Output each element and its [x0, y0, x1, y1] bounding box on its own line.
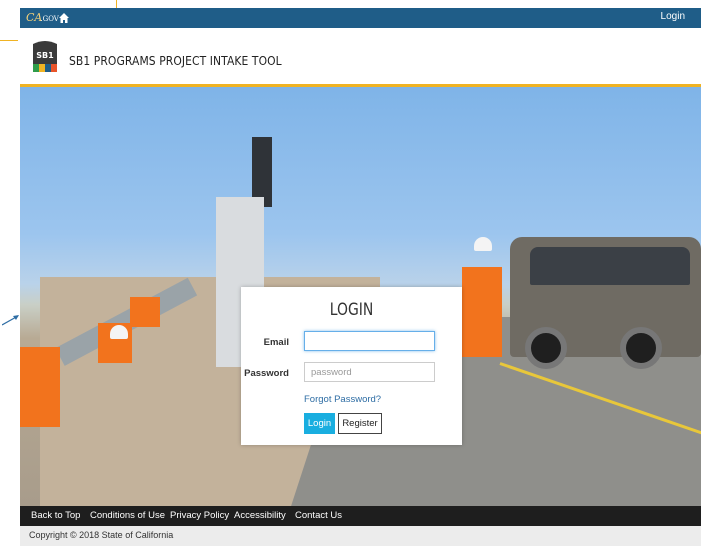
footer-link-privacy[interactable]: Privacy Policy	[170, 510, 229, 521]
password-label: Password	[244, 368, 289, 379]
footer-link-conditions[interactable]: Conditions of Use	[90, 510, 165, 521]
sb1-shield-icon[interactable]: SB1	[30, 38, 60, 74]
suv-wheel-rear	[620, 327, 662, 369]
login-card: LOGIN Email Password Forgot Password? Lo…	[241, 287, 462, 445]
page-frame: CA.GOV Login SB1 SB1 PROGRAMS PROJECT IN…	[20, 8, 701, 546]
register-button[interactable]: Register	[338, 413, 382, 434]
home-icon[interactable]	[58, 12, 70, 24]
worker-left-helmet	[110, 325, 128, 339]
forgot-password-link[interactable]: Forgot Password?	[304, 394, 381, 405]
footer-nav: Back to Top Conditions of Use Privacy Po…	[20, 506, 701, 526]
worker-right	[462, 267, 502, 357]
ca-gov-logo[interactable]: CA.GOV	[26, 10, 59, 26]
email-label: Email	[263, 337, 289, 348]
copyright-text: Copyright © 2018 State of California	[29, 530, 174, 540]
app-title: SB1 PROGRAMS PROJECT INTAKE TOOL	[69, 53, 282, 68]
ca-logo-sub: .GOV	[40, 15, 59, 23]
login-button[interactable]: Login	[304, 413, 335, 434]
login-title: LOGIN	[329, 300, 374, 320]
topbar-login-link[interactable]: Login	[661, 11, 685, 22]
footer-link-contact[interactable]: Contact Us	[295, 510, 342, 521]
hero-background-image: LOGIN Email Password Forgot Password? Lo…	[20, 87, 701, 506]
ca-gov-topbar: CA.GOV Login	[20, 8, 701, 28]
worker-back	[130, 297, 160, 327]
worker-right-helmet	[474, 237, 492, 251]
copyright-bar: Copyright © 2018 State of California	[20, 526, 701, 546]
worker-left-edge	[20, 347, 60, 427]
footer-link-accessibility[interactable]: Accessibility	[234, 510, 286, 521]
suv-windows	[530, 247, 690, 285]
password-field[interactable]	[304, 362, 435, 382]
app-header: SB1 SB1 PROGRAMS PROJECT INTAKE TOOL	[20, 28, 701, 87]
shield-badge-text: SB1	[36, 51, 54, 60]
footer-link-back-to-top[interactable]: Back to Top	[31, 510, 80, 521]
email-field[interactable]	[304, 331, 435, 351]
annotation-line-top	[116, 0, 117, 8]
suv-wheel-front	[525, 327, 567, 369]
annotation-arrow-icon	[2, 315, 19, 326]
annotation-line-left	[0, 40, 18, 41]
